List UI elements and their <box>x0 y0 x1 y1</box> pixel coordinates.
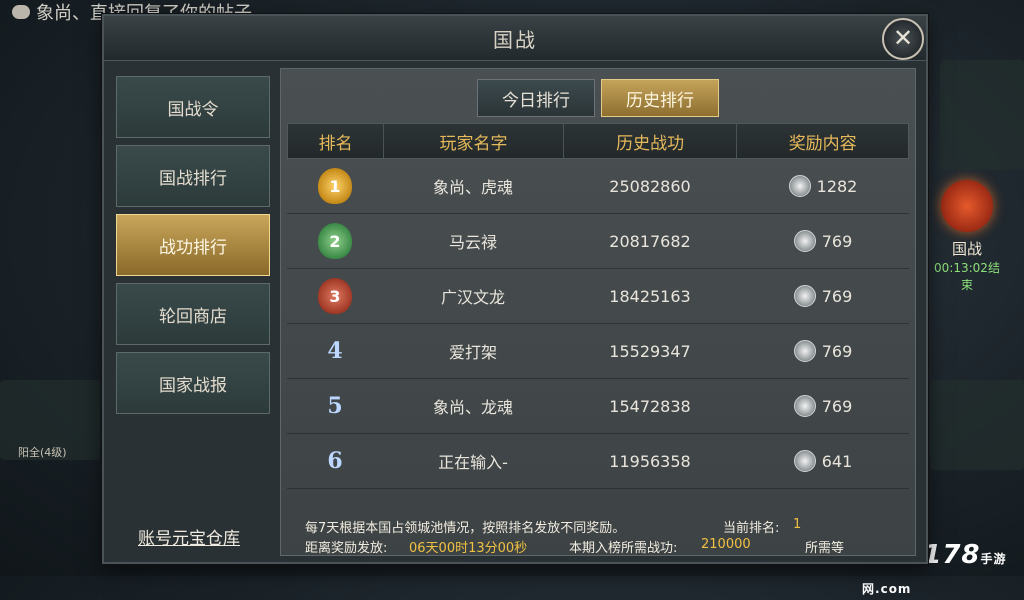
player-name: 象尚、虎魂 <box>432 178 513 197</box>
current-rank-label: 当前排名: <box>723 521 780 536</box>
merit-value: 11956358 <box>609 451 691 471</box>
silver-medal-icon: 2 <box>318 223 352 259</box>
silver-coin-icon <box>793 285 816 307</box>
nation-war-emblem-icon <box>941 180 993 232</box>
menu-item-war-order[interactable]: 国战令 <box>116 76 270 138</box>
gold-medal-icon: 1 <box>318 168 352 204</box>
menu-item-label: 国战令 <box>167 99 219 120</box>
close-icon: ✕ <box>892 24 914 52</box>
rank-value: 6 <box>327 448 343 474</box>
reward-value: 769 <box>821 341 853 361</box>
player-name: 马云禄 <box>448 233 497 252</box>
menu-item-label: 战功排行 <box>159 237 227 258</box>
table-row[interactable]: 6 正在输入- 11956358 641 <box>287 434 909 489</box>
menu-item-label: 国家战报 <box>159 375 227 396</box>
map-city-label: 阳全(4级) <box>18 446 67 459</box>
side-menu: 国战令 国战排行 战功排行 轮回商店 国家战报 <box>116 76 272 421</box>
threshold-value: 210000 <box>701 537 751 552</box>
countdown-label: 距离奖励发放: <box>305 541 388 556</box>
header-player: 玩家名字 <box>384 124 564 158</box>
header-rank: 排名 <box>288 124 385 158</box>
chat-bubble-icon <box>12 5 30 19</box>
player-name: 爱打架 <box>448 343 497 362</box>
close-button[interactable]: ✕ <box>882 18 924 60</box>
silver-coin-icon <box>793 450 816 472</box>
reward-rule-text: 每7天根据本国占领城池情况，按照排名发放不同奖励。 <box>305 521 626 536</box>
account-ingot-storage-link[interactable]: 账号元宝仓库 <box>138 524 240 549</box>
reward-value: 769 <box>821 231 853 251</box>
current-rank-value: 1 <box>793 517 802 532</box>
dialog-title-bar: 国战 <box>104 16 926 61</box>
merit-value: 25082860 <box>609 176 691 196</box>
nation-war-shortcut[interactable]: 国战 00:13:02结束 <box>932 180 1002 292</box>
tab-today-ranking[interactable]: 今日排行 <box>477 79 595 117</box>
threshold-label: 本期入榜所需战功: <box>569 541 678 556</box>
silver-coin-icon <box>793 340 816 362</box>
bronze-medal-icon: 3 <box>318 278 352 314</box>
menu-item-war-ranking[interactable]: 国战排行 <box>116 145 270 207</box>
reward-info: 每7天根据本国占领城池情况，按照排名发放不同奖励。 当前排名: 1 距离奖励发放… <box>287 513 909 556</box>
nation-war-timer: 00:13:02结束 <box>934 261 1000 292</box>
silver-coin-icon <box>793 395 816 417</box>
nation-war-shortcut-label: 国战 <box>951 240 982 258</box>
merit-value: 15529347 <box>609 341 691 361</box>
watermark-domain: .com <box>875 582 912 596</box>
header-merit: 历史战功 <box>564 124 738 158</box>
dialog-title: 国战 <box>493 27 537 52</box>
menu-item-reincarnation-shop[interactable]: 轮回商店 <box>116 283 270 345</box>
header-reward: 奖励内容 <box>788 133 857 154</box>
table-row[interactable]: 5 象尚、龙魂 15472838 769 <box>287 379 909 434</box>
player-name: 广汉文龙 <box>440 288 505 307</box>
menu-item-label: 国战排行 <box>159 168 227 189</box>
rank-value: 1 <box>329 176 341 196</box>
reward-value: 641 <box>821 451 853 471</box>
table-row[interactable]: 4 爱打架 15529347 769 <box>287 324 909 379</box>
nation-war-dialog: 国战 ✕ 国战令 国战排行 战功排行 轮回商店 国家战报 账号元宝仓库 今日排行… <box>102 14 928 564</box>
ranking-table: 排名 玩家名字 历史战功 奖励内容 1 象尚、虎魂 25082860 1282 … <box>287 123 909 489</box>
rank-value: 3 <box>329 286 341 306</box>
rank-value: 4 <box>327 338 343 364</box>
required-level-label: 所需等 <box>805 541 845 556</box>
tab-history-ranking[interactable]: 历史排行 <box>601 79 719 117</box>
rank-value: 5 <box>327 393 343 419</box>
table-row[interactable]: 3 广汉文龙 18425163 769 <box>287 269 909 324</box>
rank-value: 2 <box>329 231 341 251</box>
menu-item-nation-report[interactable]: 国家战报 <box>116 352 270 414</box>
reward-value: 769 <box>821 396 853 416</box>
menu-item-label: 轮回商店 <box>159 306 227 327</box>
table-row[interactable]: 1 象尚、虎魂 25082860 1282 <box>287 159 909 214</box>
countdown-value: 06天00时13分00秒 <box>409 541 528 556</box>
tab-label: 历史排行 <box>626 90 694 111</box>
merit-value: 20817682 <box>609 231 691 251</box>
player-name: 象尚、龙魂 <box>432 398 513 417</box>
merit-value: 18425163 <box>609 286 691 306</box>
ranking-tabs: 今日排行 历史排行 <box>477 79 719 117</box>
table-header: 排名 玩家名字 历史战功 奖励内容 <box>287 123 909 159</box>
table-row[interactable]: 2 马云禄 20817682 769 <box>287 214 909 269</box>
reward-value: 769 <box>821 286 853 306</box>
player-name: 正在输入- <box>438 453 508 472</box>
silver-coin-icon <box>788 175 811 197</box>
tab-label: 今日排行 <box>502 90 570 111</box>
menu-item-merit-ranking[interactable]: 战功排行 <box>116 214 270 276</box>
ranking-panel: 今日排行 历史排行 排名 玩家名字 历史战功 奖励内容 1 象尚、虎魂 2508… <box>280 68 916 556</box>
reward-value: 1282 <box>816 176 858 196</box>
merit-value: 15472838 <box>609 396 691 416</box>
silver-coin-icon <box>793 230 816 252</box>
